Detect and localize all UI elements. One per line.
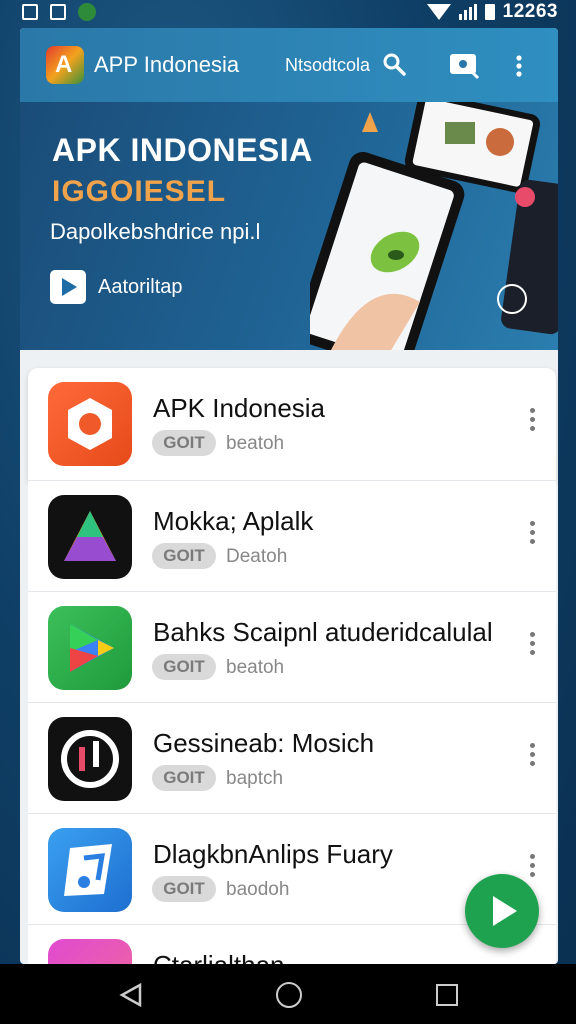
app-window: APP Indonesia Ntsodtcola APK INDONESIA I… [20, 28, 558, 964]
more-options-icon[interactable] [515, 54, 523, 78]
get-chip[interactable]: GOIT [152, 876, 216, 902]
status-time: 12263 [502, 1, 558, 22]
get-chip[interactable]: GOIT [152, 543, 216, 569]
list-item[interactable]: APK Indonesia GOIT beatoh [28, 368, 556, 481]
app-subtitle: beatoh [226, 433, 285, 454]
app-name: Ctarlialthan [153, 950, 285, 964]
home-icon[interactable] [276, 982, 302, 1008]
back-icon[interactable] [118, 982, 144, 1008]
status-bar: 12263 [0, 0, 576, 26]
app-notification-icon [78, 3, 96, 21]
get-chip[interactable]: GOIT [152, 430, 216, 456]
more-options-icon[interactable] [530, 743, 536, 767]
app-name: APK Indonesia [153, 393, 326, 423]
music-chat-app-icon [48, 717, 132, 801]
banner-subtitle: IGGOIESEL [52, 175, 227, 208]
navigation-bar [0, 964, 576, 1024]
more-options-icon[interactable] [530, 854, 536, 878]
app-subtitle: baodoh [226, 879, 290, 900]
app-name: DlagkbnAnlips Fuary [153, 839, 393, 869]
search-icon[interactable] [382, 52, 406, 76]
list-item[interactable]: Mokka; Aplalk GOIT Deatoh [28, 481, 556, 592]
screenshot-icon [22, 4, 38, 20]
music-note-app-icon [48, 828, 132, 912]
camera-app-icon [48, 382, 132, 466]
more-options-icon[interactable] [530, 521, 536, 545]
banner-button[interactable]: Aatoriltap [50, 270, 183, 304]
play-icon [50, 270, 86, 304]
status-bar-system: 12263 [426, 1, 558, 23]
search-label[interactable]: Ntsodtcola [285, 55, 370, 76]
phone-illustration [310, 102, 558, 350]
app-subtitle: beatoh [226, 657, 285, 678]
more-options-icon[interactable] [530, 408, 536, 432]
more-options-icon[interactable] [530, 632, 536, 656]
browser-app-icon [48, 939, 132, 964]
get-chip[interactable]: GOIT [152, 654, 216, 680]
app-list: APK Indonesia GOIT beatoh Mokka; Aplalk … [28, 368, 556, 964]
promo-banner[interactable]: APK INDONESIA IGGOIESEL Dapolkebshdrice … [20, 102, 558, 350]
signal-icon [458, 4, 477, 20]
list-item[interactable]: Gessineab: Mosich GOIT baptch [28, 703, 556, 814]
app-name: Bahks Scaipnl atuderidcalulal [153, 617, 493, 647]
app-logo-icon [46, 46, 84, 84]
app-bar: APP Indonesia Ntsodtcola [20, 28, 558, 102]
banner-button-label: Aatoriltap [98, 275, 183, 298]
app-name: Mokka; Aplalk [153, 506, 314, 536]
app-subtitle: Deatoh [226, 546, 288, 567]
wifi-icon [426, 4, 451, 20]
battery-icon [484, 4, 495, 20]
list-item[interactable]: Bahks Scaipnl atuderidcalulal GOIT beato… [28, 592, 556, 703]
play-store-icon [48, 606, 132, 690]
get-chip[interactable]: GOIT [152, 765, 216, 791]
cast-icon[interactable] [448, 50, 480, 80]
banner-title: APK INDONESIA [52, 132, 313, 168]
app-title: APP Indonesia [94, 52, 240, 77]
image-icon [50, 4, 66, 20]
recent-apps-icon[interactable] [436, 984, 458, 1006]
app-subtitle: baptch [226, 768, 284, 789]
play-fab-button[interactable] [465, 874, 539, 948]
app-name: Gessineab: Mosich [153, 728, 375, 758]
banner-description: Dapolkebshdrice npi.l [50, 219, 261, 244]
triangle-app-icon [48, 495, 132, 579]
status-bar-notifications [22, 3, 96, 21]
